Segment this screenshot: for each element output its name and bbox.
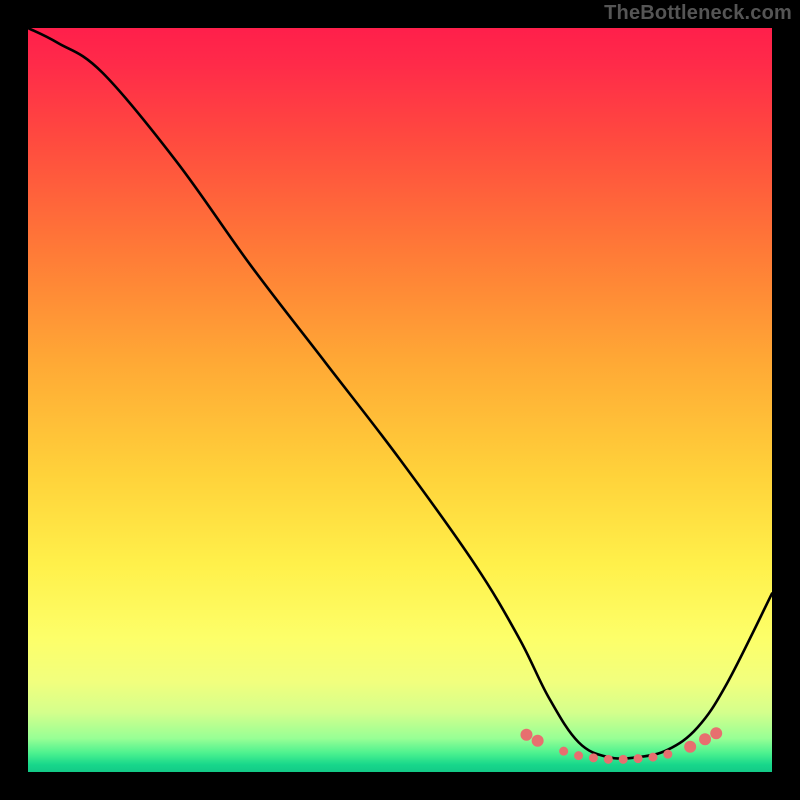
valley-dot bbox=[710, 727, 722, 739]
valley-dot bbox=[559, 747, 568, 756]
valley-dot bbox=[648, 753, 657, 762]
chart-root: TheBottleneck.com bbox=[0, 0, 800, 800]
plot-area bbox=[28, 28, 772, 772]
valley-dot bbox=[604, 755, 613, 764]
valley-dot bbox=[684, 741, 696, 753]
valley-dot bbox=[532, 735, 544, 747]
valley-dot bbox=[634, 754, 643, 763]
valley-dot bbox=[520, 729, 532, 741]
valley-dot bbox=[619, 755, 628, 764]
valley-dot bbox=[663, 750, 672, 759]
valley-dot bbox=[589, 753, 598, 762]
valley-dot bbox=[699, 733, 711, 745]
valley-dots bbox=[28, 28, 772, 772]
watermark-text: TheBottleneck.com bbox=[604, 2, 792, 25]
valley-dot bbox=[574, 751, 583, 760]
